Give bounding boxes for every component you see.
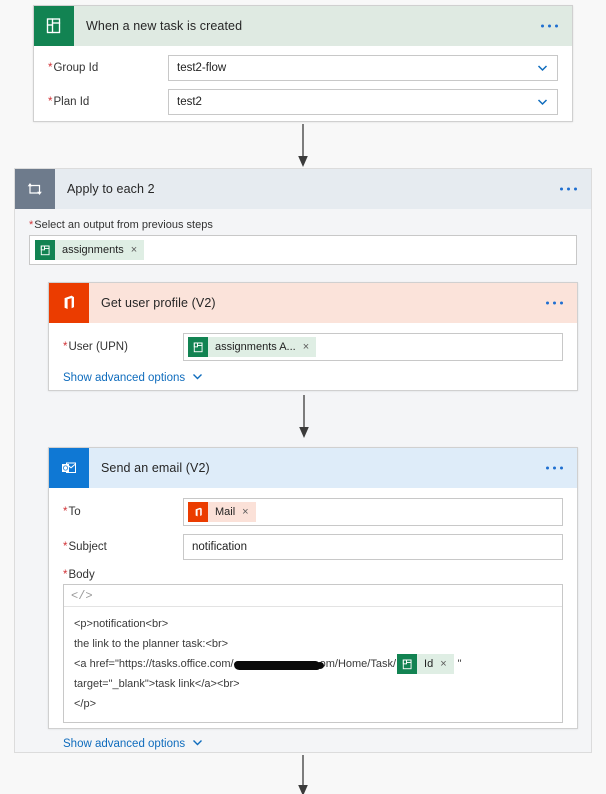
get-user-profile-card[interactable]: Get user profile (V2) *User (UPN) assign… bbox=[48, 282, 578, 391]
field-row-user-upn: *User (UPN) assignments A... × bbox=[49, 333, 577, 361]
plan-id-label: *Plan Id bbox=[48, 96, 90, 108]
body-html-editor[interactable]: </> <p>notification<br> the link to the … bbox=[63, 584, 563, 723]
required-marker: * bbox=[48, 62, 53, 74]
required-marker: * bbox=[63, 569, 68, 581]
loop-select-input[interactable]: assignments × bbox=[29, 235, 577, 265]
token-chip-label: Id bbox=[424, 658, 434, 670]
get-user-profile-more-options-icon[interactable] bbox=[546, 301, 563, 305]
link-prefix: <a href="https://tasks.office.com/ bbox=[74, 658, 234, 670]
get-user-profile-title: Get user profile (V2) bbox=[101, 296, 216, 310]
planner-icon bbox=[188, 337, 208, 357]
subject-label: *Subject bbox=[63, 541, 107, 553]
loop-icon bbox=[15, 169, 55, 209]
apply-to-each-title: Apply to each 2 bbox=[67, 182, 155, 196]
to-label: *To bbox=[63, 506, 81, 518]
body-editor-toolbar[interactable]: </> bbox=[64, 585, 562, 607]
field-row-to: *To Mail × bbox=[49, 498, 577, 526]
show-advanced-options-label: Show advanced options bbox=[63, 738, 186, 750]
token-chip-assignments[interactable]: assignments × bbox=[35, 240, 145, 260]
body-editor-content[interactable]: <p>notification<br> the link to the plan… bbox=[64, 607, 562, 722]
token-chip-assignments-assignedby[interactable]: assignments A... × bbox=[188, 337, 317, 357]
token-chip-id[interactable]: Id × bbox=[397, 654, 454, 674]
required-marker: * bbox=[63, 506, 68, 518]
subject-input[interactable]: notification bbox=[183, 534, 563, 560]
planner-icon bbox=[34, 6, 74, 46]
get-user-profile-show-advanced-options[interactable]: Show advanced options bbox=[49, 371, 577, 385]
required-marker: * bbox=[48, 96, 53, 108]
office365-icon bbox=[188, 502, 208, 522]
to-input[interactable]: Mail × bbox=[183, 498, 563, 526]
required-marker: * bbox=[29, 219, 34, 231]
outlook-icon: O bbox=[49, 448, 89, 488]
get-user-profile-header[interactable]: Get user profile (V2) bbox=[49, 283, 577, 323]
trigger-title: When a new task is created bbox=[86, 19, 243, 33]
user-upn-input[interactable]: assignments A... × bbox=[183, 333, 563, 361]
remove-token-icon[interactable]: × bbox=[131, 244, 137, 256]
trigger-card[interactable]: When a new task is created *Group Id tes… bbox=[33, 5, 573, 122]
token-chip-mail[interactable]: Mail × bbox=[188, 502, 256, 522]
group-id-input[interactable]: test2-flow bbox=[168, 55, 558, 81]
link-trailing-quote: " bbox=[457, 658, 462, 670]
token-chip-label: assignments A... bbox=[215, 341, 296, 353]
user-upn-label: *User (UPN) bbox=[63, 341, 128, 353]
plan-id-input[interactable]: test2 bbox=[168, 89, 558, 115]
remove-token-icon[interactable]: × bbox=[303, 341, 309, 353]
connector-arrow-profile-to-email bbox=[297, 395, 311, 439]
office365-icon bbox=[49, 283, 89, 323]
code-view-icon[interactable]: </> bbox=[71, 589, 93, 603]
token-chip-label: Mail bbox=[215, 506, 236, 518]
body-line: target="_blank">task link</a><br> bbox=[74, 678, 240, 690]
chevron-down-icon[interactable] bbox=[192, 737, 203, 751]
token-chip-label: assignments bbox=[62, 244, 124, 256]
apply-to-each-header[interactable]: Apply to each 2 bbox=[15, 169, 591, 209]
loop-select-label: *Select an output from previous steps bbox=[29, 219, 213, 231]
field-row-subject: *Subject notification bbox=[49, 534, 577, 560]
body-line-with-token: <a href="https://tasks.office.com/ om/Ho… bbox=[64, 654, 562, 674]
send-email-card[interactable]: O Send an email (V2) *To Mail × *Subject… bbox=[48, 447, 578, 750]
send-email-more-options-icon[interactable] bbox=[546, 466, 563, 470]
show-advanced-options-label: Show advanced options bbox=[63, 372, 186, 384]
planner-icon bbox=[397, 654, 418, 674]
send-email-title: Send an email (V2) bbox=[101, 461, 210, 475]
body-label: *Body bbox=[63, 569, 95, 581]
flow-designer-canvas: When a new task is created *Group Id tes… bbox=[0, 0, 606, 794]
remove-token-icon[interactable]: × bbox=[440, 658, 446, 670]
send-email-show-advanced-options[interactable]: Show advanced options bbox=[49, 737, 577, 751]
planner-icon bbox=[35, 240, 55, 260]
field-row-group-id: *Group Id test2-flow bbox=[34, 55, 572, 81]
apply-to-each-container[interactable]: Apply to each 2 *Select an output from p… bbox=[14, 168, 592, 753]
link-suffix: om/Home/Task/ bbox=[319, 658, 397, 670]
trigger-card-header[interactable]: When a new task is created bbox=[34, 6, 572, 46]
redaction-bar bbox=[233, 660, 324, 670]
chevron-down-icon[interactable] bbox=[192, 371, 203, 385]
send-email-header[interactable]: O Send an email (V2) bbox=[49, 448, 577, 488]
chevron-down-icon[interactable] bbox=[537, 63, 548, 74]
trigger-more-options-icon[interactable] bbox=[541, 24, 558, 28]
group-id-value: test2-flow bbox=[177, 62, 227, 74]
plan-id-value: test2 bbox=[177, 96, 202, 108]
field-row-plan-id: *Plan Id test2 bbox=[34, 89, 572, 115]
svg-text:O: O bbox=[63, 464, 69, 472]
subject-value: notification bbox=[192, 541, 247, 553]
group-id-label: *Group Id bbox=[48, 62, 99, 74]
body-line: the link to the planner task:<br> bbox=[74, 638, 229, 650]
chevron-down-icon[interactable] bbox=[537, 97, 548, 108]
connector-arrow-trigger-to-loop bbox=[296, 124, 310, 168]
apply-to-each-more-options-icon[interactable] bbox=[560, 187, 577, 191]
required-marker: * bbox=[63, 341, 68, 353]
required-marker: * bbox=[63, 541, 68, 553]
body-line: <p>notification<br> bbox=[74, 618, 169, 630]
body-line: </p> bbox=[74, 698, 97, 710]
remove-token-icon[interactable]: × bbox=[242, 506, 248, 518]
connector-arrow-bottom bbox=[296, 755, 310, 794]
